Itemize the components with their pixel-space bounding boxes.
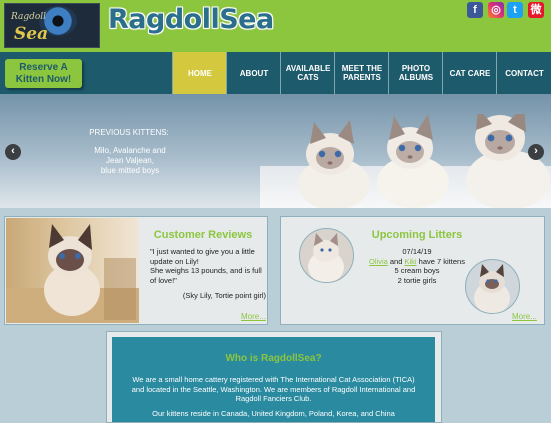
litters-more-link[interactable]: More... — [512, 312, 537, 321]
litter-and-text: and — [387, 256, 405, 266]
logo-small-text: Ragdoll — [11, 12, 47, 22]
kitten-middle-image — [377, 114, 449, 208]
mother-kiki-link[interactable]: Kiki — [404, 257, 416, 266]
slideshow-prev-arrow-icon[interactable]: ‹ — [5, 144, 21, 160]
nav-home-label: HOME — [188, 68, 212, 78]
litter-parents: Olivia and Kiki have 7 kittens — [361, 257, 473, 267]
hero-caption: Milo, Avalanche and Jean Valjean, blue m… — [78, 146, 182, 176]
review-line1: "I just wanted to give you a little — [150, 247, 255, 256]
main-nav: Reserve A Kitten Now! HOME ABOUT AVAILAB… — [0, 52, 551, 94]
slideshow-next-arrow-icon[interactable]: › — [528, 144, 544, 160]
about-section: Who is RagdollSea? We are a small home c… — [106, 331, 442, 423]
hero-caption-title: PREVIOUS KITTENS: — [89, 128, 169, 137]
about-p1-line3: Ragdoll Fanciers Club. — [235, 394, 312, 403]
mother-olivia-link[interactable]: Olivia — [369, 257, 388, 266]
kitten-right-image — [466, 114, 550, 208]
customer-reviews-card: Customer Reviews "I just wanted to give … — [4, 216, 268, 325]
litter-kittens-text: have 7 kittens — [416, 256, 465, 266]
brand-title[interactable]: RagdollSea — [108, 4, 274, 35]
nav-about-label: ABOUT — [239, 68, 269, 78]
litter-details: 07/14/19 Olivia and Kiki have 7 kittens … — [361, 247, 473, 285]
weibo-icon[interactable]: 微 — [528, 2, 544, 18]
upcoming-litters-card: Upcoming Litters 07/14/19 Olivia and Kik… — [280, 216, 545, 325]
site-header: Ragdoll Sea RagdollSea f ◎ t 微 — [0, 0, 551, 52]
nav-photo-albums-label: PHOTO ALBUMS — [398, 64, 434, 82]
review-attribution: (Sky Lily, Tortie point girl) — [182, 291, 266, 300]
about-paragraph-2: Our kittens reside in Canada, United Kin… — [122, 409, 425, 419]
nav-photo-albums[interactable]: PHOTO ALBUMS — [388, 52, 443, 94]
litter-kitten-photo-left — [299, 228, 354, 283]
litter-girls: 2 tortie girls — [397, 275, 437, 285]
nav-available-cats[interactable]: AVAILABLE CATS — [280, 52, 335, 94]
nav-home[interactable]: HOME — [172, 52, 227, 94]
nav-cat-care-label: CAT CARE — [449, 68, 491, 78]
review-line3: She weighs 13 pounds, and is full — [150, 266, 262, 275]
hero-caption-line3: blue mitted boys — [100, 166, 160, 175]
facebook-icon[interactable]: f — [467, 2, 483, 18]
reviews-more-link[interactable]: More... — [241, 312, 266, 321]
litter-boys: 5 cream boys — [394, 266, 440, 275]
review-line4: of love!" — [150, 275, 177, 285]
hero-caption-line2: Jean Valjean, — [106, 156, 154, 165]
review-line2: update on Lily! — [150, 256, 199, 266]
about-p2-line1: Our kittens reside in Canada, United Kin… — [152, 409, 395, 418]
reviews-title: Customer Reviews — [153, 229, 253, 241]
review-kitten-photo — [6, 218, 139, 323]
nav-contact-label: CONTACT — [505, 68, 544, 78]
about-p1-line1: We are a small home cattery registered w… — [132, 375, 415, 384]
instagram-icon[interactable]: ◎ — [488, 2, 504, 18]
logo-big-text: Sea — [14, 24, 49, 44]
about-title: Who is RagdollSea? — [225, 353, 322, 364]
nav-cat-care[interactable]: CAT CARE — [442, 52, 497, 94]
review-quote: "I just wanted to give you a little upda… — [150, 247, 266, 285]
nav-meet-parents-label: MEET THE PARENTS — [341, 64, 383, 82]
hero-slideshow: PREVIOUS KITTENS: Milo, Avalanche and Je… — [0, 94, 551, 208]
hero-caption-line1: Milo, Avalanche and — [94, 146, 166, 155]
nav-contact[interactable]: CONTACT — [496, 52, 551, 94]
litter-kitten-photo-right — [465, 259, 520, 314]
litter-date: 07/14/19 — [402, 247, 432, 256]
litters-title: Upcoming Litters — [371, 229, 463, 241]
reserve-button-line2: Kitten Now! — [15, 74, 72, 85]
about-paragraph-1: We are a small home cattery registered w… — [122, 375, 425, 404]
twitter-icon[interactable]: t — [507, 2, 523, 18]
nav-about[interactable]: ABOUT — [226, 52, 281, 94]
site-logo[interactable]: Ragdoll Sea — [4, 3, 100, 48]
about-p1-line2: and located in the Seattle, Washington. … — [131, 384, 416, 394]
kittens-photo — [298, 114, 550, 208]
reserve-button-line1: Reserve A — [19, 62, 68, 73]
nav-available-cats-label: AVAILABLE CATS — [285, 64, 331, 82]
about-panel: Who is RagdollSea? We are a small home c… — [112, 337, 435, 422]
kitten-left-image — [298, 120, 370, 208]
reserve-kitten-button[interactable]: Reserve A Kitten Now! — [5, 59, 82, 88]
nav-meet-the-parents[interactable]: MEET THE PARENTS — [334, 52, 389, 94]
